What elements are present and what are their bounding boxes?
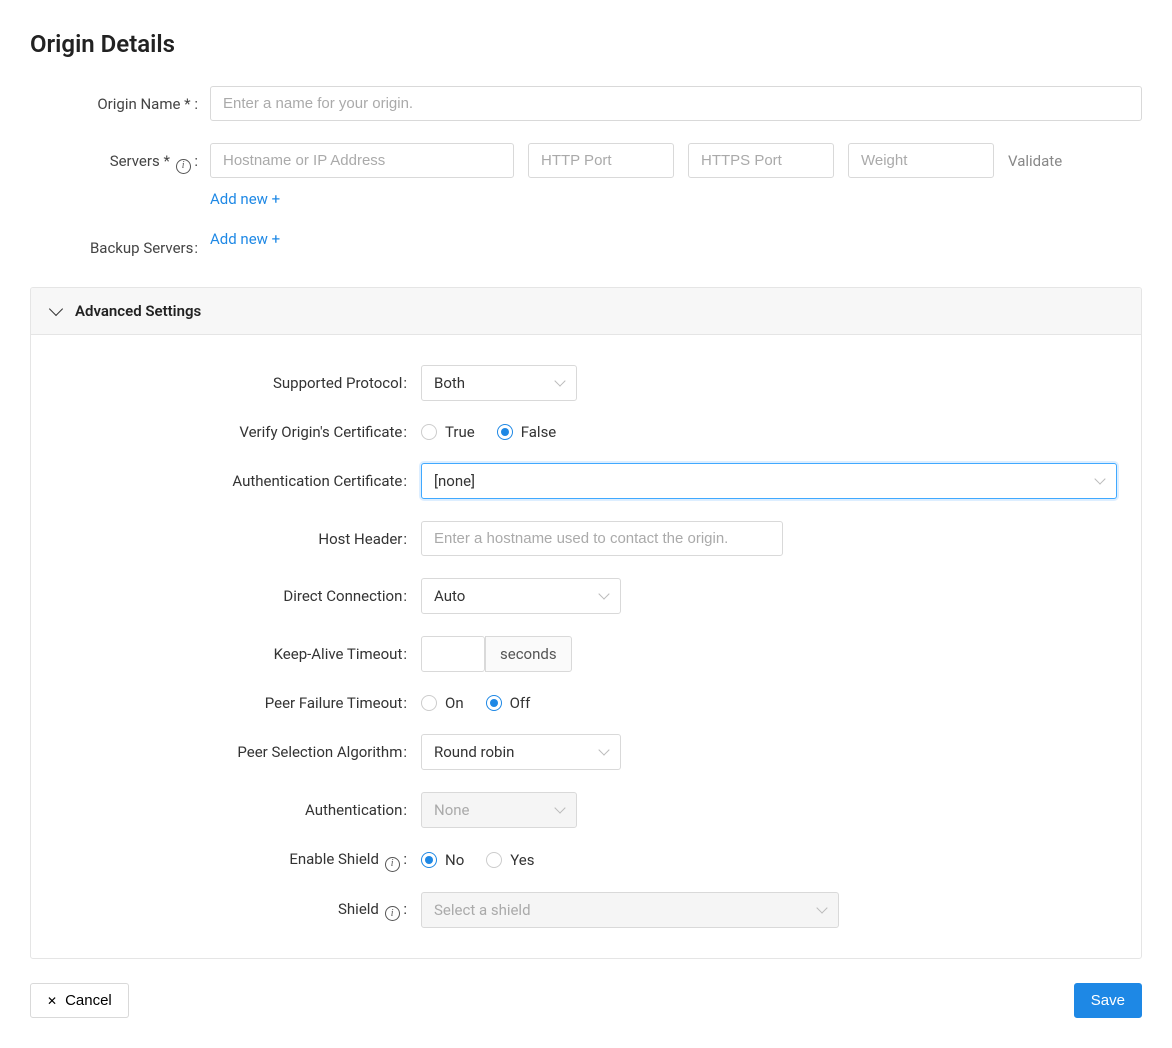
cancel-button[interactable]: Cancel xyxy=(30,983,129,1018)
server-http-port-input[interactable] xyxy=(528,143,674,178)
info-icon[interactable]: i xyxy=(385,857,400,872)
chevron-down-icon xyxy=(1094,473,1105,484)
verify-cert-true-radio[interactable]: True xyxy=(421,423,475,441)
advanced-settings-panel: Advanced Settings Supported Protocol Bot… xyxy=(30,287,1142,959)
peer-failure-on-radio[interactable]: On xyxy=(421,694,464,712)
server-hostname-input[interactable] xyxy=(210,143,514,178)
host-header-input[interactable] xyxy=(421,521,783,556)
origin-name-row: Origin Name : xyxy=(30,86,1142,121)
host-header-label: Host Header xyxy=(51,530,421,548)
servers-label: Servers i : xyxy=(30,143,210,172)
servers-row: Servers i : Validate Add new + xyxy=(30,143,1142,208)
add-server-link[interactable]: Add new + xyxy=(210,190,280,208)
info-icon[interactable]: i xyxy=(385,906,400,921)
peer-selection-label: Peer Selection Algorithm xyxy=(51,743,421,761)
authentication-select[interactable]: None xyxy=(421,792,577,828)
chevron-down-icon xyxy=(598,588,609,599)
origin-name-label: Origin Name : xyxy=(30,86,210,113)
peer-failure-label: Peer Failure Timeout xyxy=(51,694,421,712)
page-title: Origin Details xyxy=(30,30,1142,58)
supported-protocol-select[interactable]: Both xyxy=(421,365,577,401)
keep-alive-group: seconds xyxy=(421,636,572,672)
enable-shield-no-radio[interactable]: No xyxy=(421,851,464,869)
backup-servers-row: Backup Servers Add new + xyxy=(30,230,1142,257)
server-entry: Validate xyxy=(210,143,1142,178)
save-button[interactable]: Save xyxy=(1074,983,1142,1018)
chevron-down-icon xyxy=(554,802,565,813)
server-https-port-input[interactable] xyxy=(688,143,834,178)
keep-alive-unit: seconds xyxy=(485,636,572,672)
add-backup-server-link[interactable]: Add new + xyxy=(210,230,280,248)
validate-link[interactable]: Validate xyxy=(1008,152,1062,170)
server-weight-input[interactable] xyxy=(848,143,994,178)
shield-label: Shield i : xyxy=(51,900,421,920)
verify-cert-false-radio[interactable]: False xyxy=(497,423,557,441)
enable-shield-label: Enable Shield i : xyxy=(51,850,421,870)
enable-shield-radio-group: No Yes xyxy=(421,851,535,869)
advanced-settings-toggle[interactable]: Advanced Settings xyxy=(31,288,1141,335)
chevron-down-icon xyxy=(49,302,63,316)
advanced-settings-title: Advanced Settings xyxy=(75,302,201,320)
auth-cert-select[interactable]: [none] xyxy=(421,463,1117,499)
chevron-down-icon xyxy=(816,902,827,913)
verify-cert-label: Verify Origin's Certificate xyxy=(51,423,421,441)
chevron-down-icon xyxy=(554,375,565,386)
shield-select[interactable]: Select a shield xyxy=(421,892,839,928)
close-icon xyxy=(47,992,57,1009)
enable-shield-yes-radio[interactable]: Yes xyxy=(486,851,534,869)
supported-protocol-label: Supported Protocol xyxy=(51,374,421,392)
origin-name-input[interactable] xyxy=(210,86,1142,121)
keep-alive-label: Keep-Alive Timeout xyxy=(51,645,421,663)
peer-failure-radio-group: On Off xyxy=(421,694,530,712)
direct-connection-select[interactable]: Auto xyxy=(421,578,621,614)
verify-cert-radio-group: True False xyxy=(421,423,556,441)
chevron-down-icon xyxy=(598,744,609,755)
peer-selection-select[interactable]: Round robin xyxy=(421,734,621,770)
backup-servers-label: Backup Servers xyxy=(30,230,210,257)
keep-alive-input[interactable] xyxy=(421,636,485,672)
footer-actions: Cancel Save xyxy=(30,983,1142,1018)
direct-connection-label: Direct Connection xyxy=(51,587,421,605)
peer-failure-off-radio[interactable]: Off xyxy=(486,694,531,712)
authentication-label: Authentication xyxy=(51,801,421,819)
info-icon[interactable]: i xyxy=(176,159,191,174)
auth-cert-label: Authentication Certificate xyxy=(51,472,421,490)
